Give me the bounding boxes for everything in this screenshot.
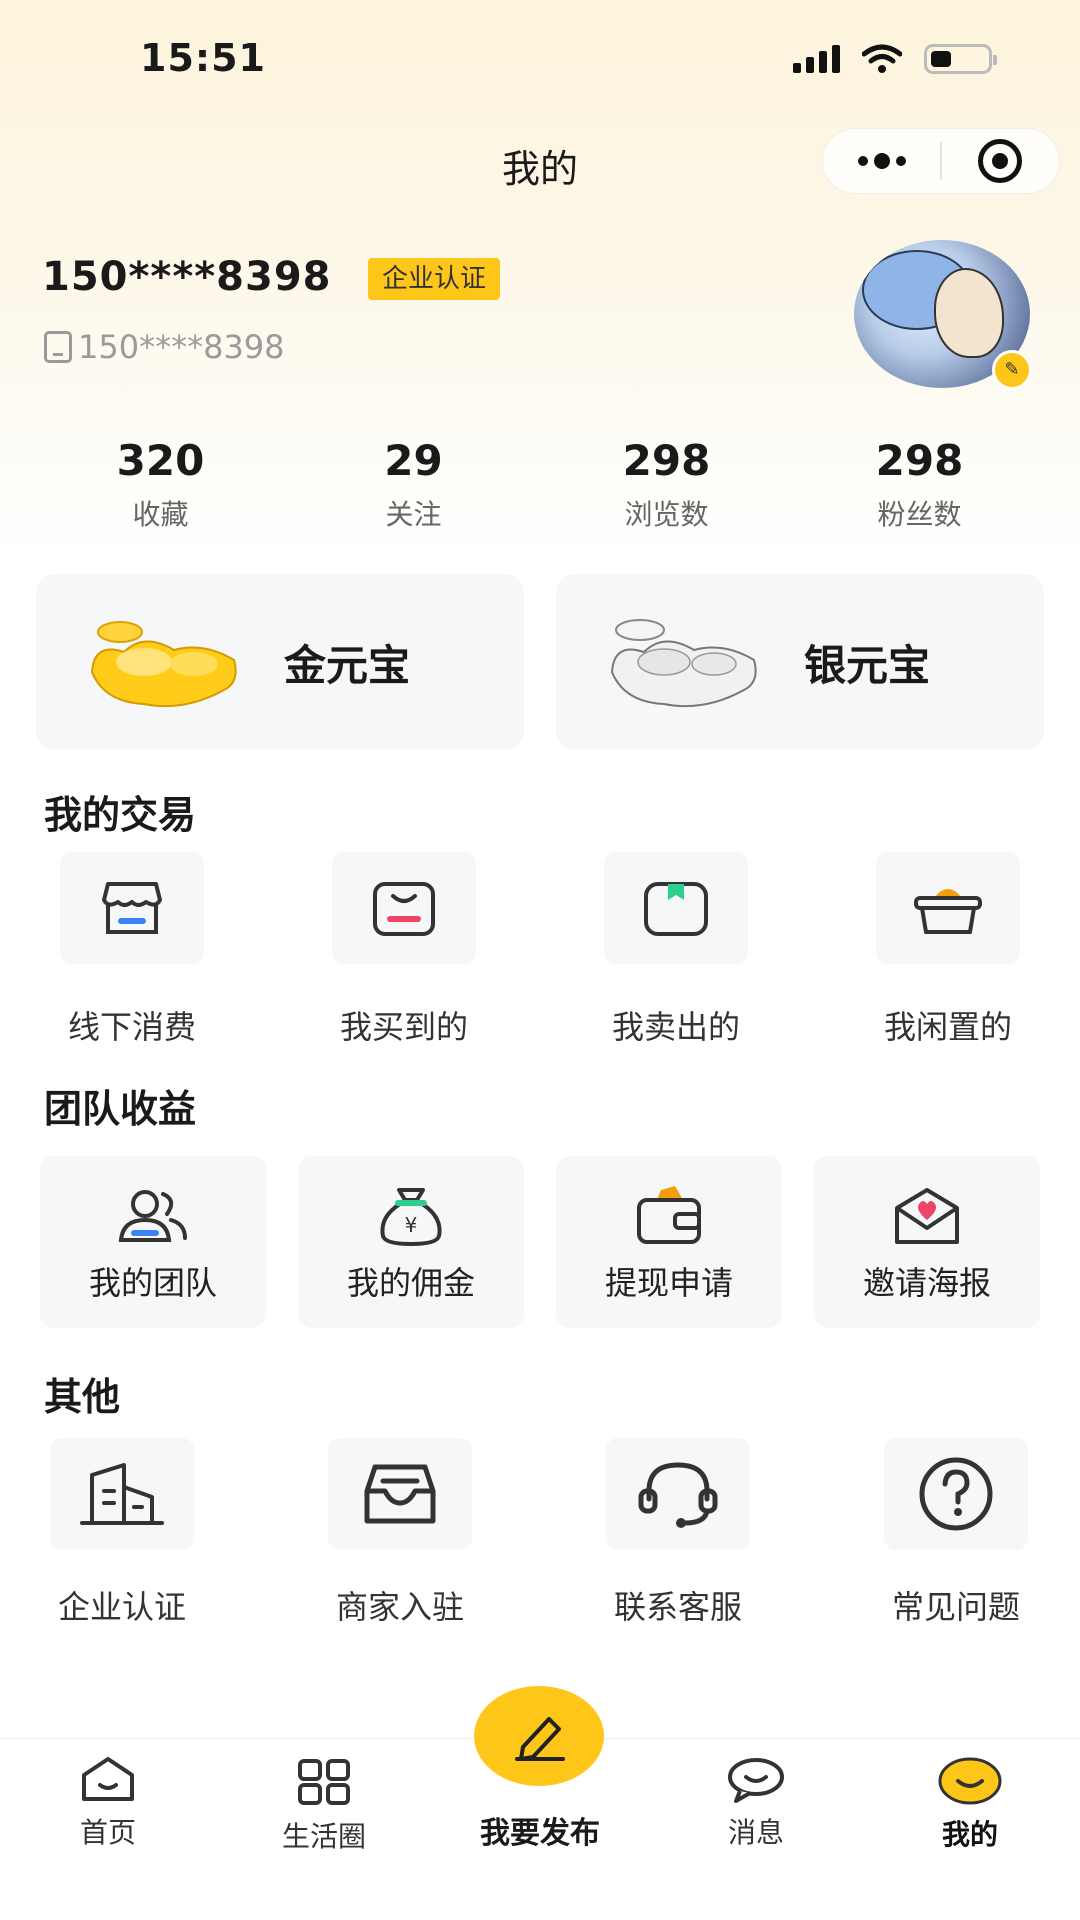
section-title-team: 团队收益 — [44, 1087, 197, 1131]
close-miniprogram-button[interactable] — [942, 128, 1059, 194]
other-enterprise-cert[interactable]: 企业认证 — [2, 1438, 242, 1628]
team-withdraw[interactable]: 提现申请 — [556, 1156, 782, 1328]
tx-bought[interactable]: 我买到的 — [294, 852, 514, 1048]
pencil-icon — [515, 1717, 565, 1761]
team-label: 我的团队 — [88, 1264, 217, 1302]
profile-phone-text: 150****8398 — [78, 328, 285, 366]
chat-icon — [728, 1758, 784, 1803]
publish-button[interactable] — [474, 1686, 604, 1786]
tab-mine[interactable]: 我的 — [890, 1757, 1050, 1853]
tx-label: 我卖出的 — [611, 1008, 740, 1046]
phone-icon — [44, 331, 72, 363]
tab-label: 消息 — [727, 1816, 784, 1849]
section-title-other: 其他 — [44, 1375, 121, 1419]
inbox-icon — [364, 1464, 436, 1524]
silver-ingot-label: 银元宝 — [804, 640, 931, 690]
edit-avatar-icon[interactable]: ✎ — [992, 350, 1032, 390]
stat-value: 298 — [622, 436, 711, 485]
stat-label: 收藏 — [132, 498, 189, 531]
other-label: 商家入驻 — [335, 1588, 464, 1626]
tab-messages[interactable]: 消息 — [676, 1757, 836, 1851]
tab-label: 生活圈 — [281, 1820, 366, 1853]
team-invite-poster[interactable]: 邀请海报 — [814, 1156, 1040, 1328]
envelope-heart-icon — [895, 1188, 959, 1244]
stat-value: 298 — [875, 436, 964, 485]
tx-label: 我闲置的 — [883, 1008, 1012, 1046]
other-merchant-join[interactable]: 商家入驻 — [280, 1438, 520, 1628]
silver-ingot-card[interactable]: 银元宝 — [556, 574, 1044, 750]
tab-label: 首页 — [79, 1816, 136, 1849]
profile-phone: 150****8398 — [44, 328, 285, 366]
profile-name: 150****8398 — [42, 254, 332, 300]
box-icon — [644, 882, 708, 936]
team-icon — [118, 1190, 187, 1242]
stat-label: 关注 — [385, 498, 442, 531]
stat-following[interactable]: 29 关注 — [287, 436, 540, 533]
section-title-transactions: 我的交易 — [44, 793, 197, 837]
team-my-team[interactable]: 我的团队 — [40, 1156, 266, 1328]
stat-value: 320 — [116, 436, 205, 485]
miniprogram-capsule — [822, 128, 1060, 194]
gold-ingot-label: 金元宝 — [284, 640, 411, 690]
tx-idle[interactable]: 我闲置的 — [838, 852, 1058, 1048]
headset-icon — [638, 1462, 718, 1528]
stat-favorites[interactable]: 320 收藏 — [34, 436, 287, 533]
other-customer-service[interactable]: 联系客服 — [558, 1438, 798, 1628]
team-label: 提现申请 — [604, 1264, 733, 1302]
home-icon — [82, 1757, 134, 1801]
target-icon — [978, 139, 1023, 183]
smile-face-icon — [938, 1757, 1002, 1805]
wallet-icon — [637, 1186, 701, 1244]
battery-icon — [924, 44, 997, 74]
basket-icon — [914, 889, 982, 934]
tx-sold[interactable]: 我卖出的 — [566, 852, 786, 1048]
gold-ingot-card[interactable]: 金元宝 — [36, 574, 524, 750]
stat-label: 粉丝数 — [877, 498, 962, 531]
other-label: 联系客服 — [613, 1588, 742, 1626]
stat-views[interactable]: 298 浏览数 — [540, 436, 793, 533]
status-icons — [793, 44, 997, 74]
team-label: 邀请海报 — [862, 1264, 991, 1302]
tx-offline-consumption[interactable]: 线下消费 — [22, 852, 242, 1048]
stat-value: 29 — [384, 436, 443, 485]
tx-label: 线下消费 — [67, 1008, 196, 1046]
other-label: 常见问题 — [891, 1588, 1020, 1626]
signal-icon — [793, 45, 840, 73]
tab-home[interactable]: 首页 — [28, 1757, 188, 1851]
wifi-icon — [862, 44, 902, 73]
shopping-bag-icon — [373, 882, 435, 936]
silver-ingot-icon — [610, 619, 757, 708]
gold-ingot-icon — [90, 621, 237, 708]
question-icon — [919, 1457, 993, 1531]
other-faq[interactable]: 常见问题 — [836, 1438, 1076, 1628]
stat-label: 浏览数 — [624, 498, 709, 531]
tab-life-circle[interactable]: 生活圈 — [244, 1757, 404, 1855]
building-icon — [80, 1463, 164, 1525]
status-time: 15:51 — [140, 36, 266, 80]
enterprise-badge[interactable]: 企业认证 — [368, 258, 501, 300]
more-icon — [857, 153, 906, 169]
money-bag-icon: ¥ — [380, 1188, 442, 1247]
grid-icon — [298, 1759, 350, 1805]
svg-text:¥: ¥ — [405, 1213, 418, 1237]
team-commission[interactable]: ¥ 我的佣金 — [298, 1156, 524, 1328]
other-label: 企业认证 — [57, 1588, 186, 1626]
more-button[interactable] — [823, 128, 940, 194]
stat-fans[interactable]: 298 粉丝数 — [793, 436, 1046, 533]
store-icon — [102, 882, 162, 934]
status-bar: 15:51 — [0, 0, 1080, 124]
publish-label: 我要发布 — [480, 1816, 600, 1851]
stats-row: 320 收藏 29 关注 298 浏览数 298 粉丝数 — [0, 436, 1080, 533]
tab-label: 我的 — [941, 1818, 998, 1851]
tx-label: 我买到的 — [339, 1008, 468, 1046]
team-label: 我的佣金 — [346, 1264, 475, 1302]
